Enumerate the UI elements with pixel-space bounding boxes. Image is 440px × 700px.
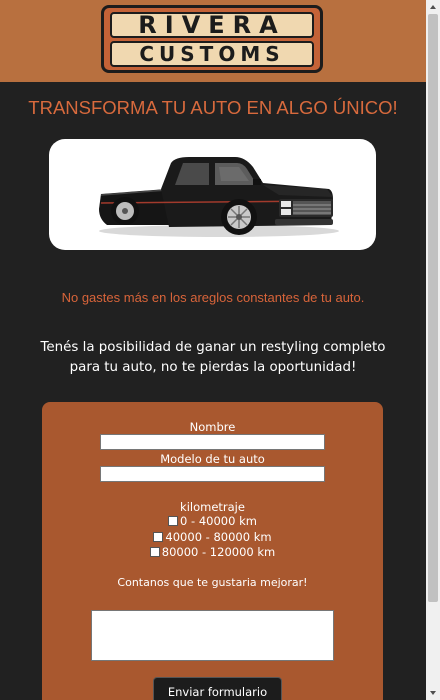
mileage-option-3-label: 80000 - 120000 km bbox=[161, 545, 276, 559]
mileage-option-2[interactable]: 40000 - 80000 km bbox=[42, 530, 383, 544]
mileage-label: kilometraje bbox=[180, 500, 245, 514]
mileage-option-2-label: 40000 - 80000 km bbox=[165, 530, 272, 544]
page: RIVERA CUSTOMS TRANSFORMA TU AUTO EN ALG… bbox=[0, 0, 426, 700]
header: RIVERA CUSTOMS bbox=[0, 0, 426, 82]
vertical-scrollbar[interactable] bbox=[426, 0, 440, 700]
name-input[interactable] bbox=[100, 434, 325, 450]
subline-text: No gastes más en los areglos constantes … bbox=[61, 290, 365, 305]
mileage-option-3[interactable]: 80000 - 120000 km bbox=[42, 545, 383, 559]
checkbox-0-40000[interactable] bbox=[168, 516, 179, 526]
checkbox-80000-120000[interactable] bbox=[149, 547, 160, 557]
contest-form: Nombre Modelo de tu auto kilometraje 0 -… bbox=[42, 402, 383, 700]
submit-button[interactable]: Enviar formulario bbox=[153, 677, 282, 700]
description-text: Tenés la posibilidad de ganar un restyli… bbox=[40, 340, 386, 375]
logo-band-bottom: CUSTOMS bbox=[110, 41, 314, 67]
checkbox-40000-80000[interactable] bbox=[153, 532, 164, 542]
car-model-label: Modelo de tu auto bbox=[160, 452, 265, 466]
improvements-textarea[interactable] bbox=[91, 610, 334, 661]
page-headline: TRANSFORMA TU AUTO EN ALGO ÚNICO! bbox=[28, 97, 398, 118]
logo-text-line1: RIVERA bbox=[138, 11, 286, 39]
brand-logo[interactable]: RIVERA CUSTOMS bbox=[101, 5, 323, 73]
lowrider-pickup-truck-icon bbox=[99, 157, 339, 237]
car-model-input[interactable] bbox=[100, 466, 325, 482]
scrollbar-thumb[interactable] bbox=[428, 14, 438, 602]
hero-image bbox=[49, 139, 376, 250]
mileage-option-1[interactable]: 0 - 40000 km bbox=[42, 514, 383, 528]
name-label: Nombre bbox=[189, 420, 236, 434]
scroll-down-arrow-icon[interactable] bbox=[426, 686, 440, 700]
mileage-option-1-label: 0 - 40000 km bbox=[180, 514, 257, 528]
logo-text-line2: CUSTOMS bbox=[139, 42, 285, 66]
scroll-up-arrow-icon[interactable] bbox=[426, 0, 440, 14]
improvements-label: Contanos que te gustaria mejorar! bbox=[117, 576, 308, 589]
logo-band-top: RIVERA bbox=[110, 11, 314, 39]
